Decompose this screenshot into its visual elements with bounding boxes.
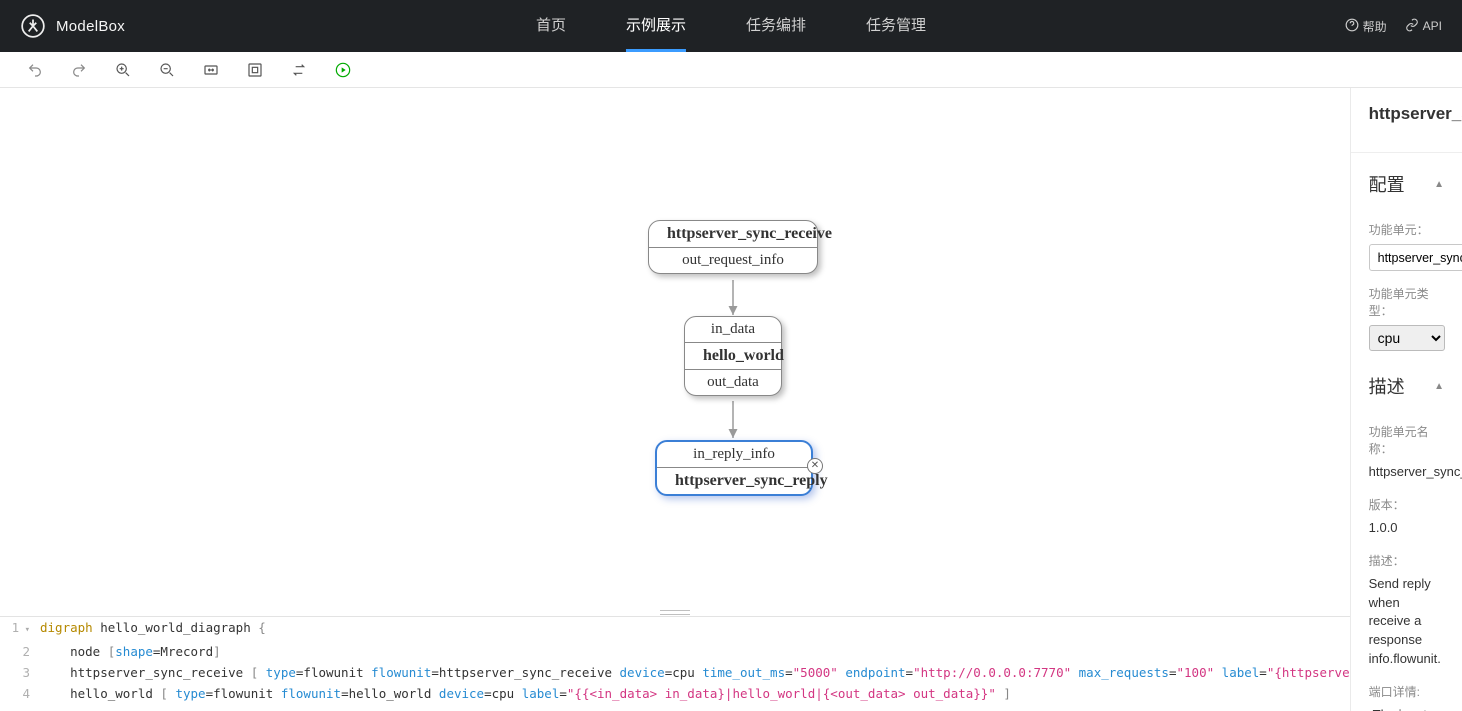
link-icon (1405, 18, 1419, 35)
section-desc-body: 功能单元名称： httpserver_sync_reply 版本： 1.0.0 … (1351, 403, 1462, 711)
code-line[interactable]: 3 httpserver_sync_receive [ type=flowuni… (0, 662, 1350, 683)
app-name: ModelBox (56, 18, 125, 35)
code-line[interactable]: 4 hello_world [ type=flowunit flowunit=h… (0, 683, 1350, 704)
main-area: httpserver_sync_receive out_request_info… (0, 88, 1462, 711)
nav-examples[interactable]: 示例展示 (626, 0, 686, 52)
api-label: API (1423, 19, 1442, 33)
graph-canvas[interactable]: httpserver_sync_receive out_request_info… (0, 88, 1350, 608)
left-column: httpserver_sync_receive out_request_info… (0, 88, 1350, 711)
nav-tasks[interactable]: 任务管理 (866, 0, 926, 52)
panel-title: httpserver_sync_reply (1351, 88, 1462, 142)
section-heading: 描述 (1369, 373, 1405, 399)
code-editor[interactable]: 1digraph hello_world_diagraph {2 node [s… (0, 616, 1350, 711)
chevron-up-icon[interactable]: ▲ (1434, 381, 1444, 392)
help-link[interactable]: 帮助 (1345, 18, 1387, 35)
run-icon[interactable] (333, 60, 353, 80)
node-httpserver-sync-reply[interactable]: in_reply_info httpserver_sync_reply ✕ (655, 440, 813, 496)
name-label: 功能单元名称： (1369, 423, 1444, 457)
api-link[interactable]: API (1405, 18, 1442, 35)
version-label: 版本： (1369, 496, 1444, 513)
redo-icon[interactable] (69, 60, 89, 80)
node-port-out: out_data (685, 369, 781, 395)
node-title: httpserver_sync_receive (649, 221, 817, 247)
section-heading: 配置 (1369, 171, 1405, 197)
ports-label: 端口详情: (1369, 683, 1444, 700)
node-title: hello_world (685, 342, 781, 369)
node-port-in: in_reply_info (657, 442, 811, 467)
top-actions: 帮助 API (1345, 18, 1442, 35)
type-select[interactable]: cpu (1369, 325, 1445, 351)
node-httpserver-sync-receive[interactable]: httpserver_sync_receive out_request_info (648, 220, 818, 274)
close-icon[interactable]: ✕ (807, 458, 823, 474)
undo-icon[interactable] (25, 60, 45, 80)
fit-screen-icon[interactable] (245, 60, 265, 80)
zoom-in-icon[interactable] (113, 60, 133, 80)
type-label: 功能单元类型： (1369, 285, 1444, 319)
swap-icon[interactable] (289, 60, 309, 80)
edges-layer (0, 88, 1350, 608)
help-label: 帮助 (1363, 18, 1387, 35)
chevron-up-icon[interactable]: ▲ (1434, 179, 1444, 190)
nav-home[interactable]: 首页 (536, 0, 566, 52)
node-hello-world[interactable]: in_data hello_world out_data (684, 316, 782, 396)
pane-resize-handle[interactable] (0, 608, 1350, 616)
nav-orchestration[interactable]: 任务编排 (746, 0, 806, 52)
unit-label: 功能单元： (1369, 221, 1444, 238)
topbar: ModelBox 首页 示例展示 任务编排 任务管理 帮助 API (0, 0, 1462, 52)
code-line[interactable]: 2 node [shape=Mrecord] (0, 641, 1350, 662)
main-nav: 首页 示例展示 任务编排 任务管理 (536, 0, 926, 52)
ports-note-1: The input port buffer contain the follow… (1369, 706, 1444, 711)
section-config-body: 功能单元： 功能单元类型： cpu (1351, 201, 1462, 355)
section-desc-header[interactable]: 描述 ▲ (1351, 355, 1462, 403)
toolbar (0, 52, 1462, 88)
logo-icon (20, 13, 46, 39)
name-value: httpserver_sync_reply (1369, 463, 1444, 482)
help-icon (1345, 18, 1359, 35)
desc-label: 描述： (1369, 552, 1444, 569)
properties-panel: httpserver_sync_reply 配置 ▲ 功能单元： 功能单元类型：… (1350, 88, 1462, 711)
code-line[interactable]: 1digraph hello_world_diagraph { (0, 617, 1350, 641)
node-port-in: in_data (685, 317, 781, 342)
logo: ModelBox (20, 13, 125, 39)
node-port: out_request_info (649, 247, 817, 273)
section-config-header[interactable]: 配置 ▲ (1351, 153, 1462, 201)
version-value: 1.0.0 (1369, 519, 1444, 538)
unit-input[interactable] (1369, 244, 1462, 271)
zoom-out-icon[interactable] (157, 60, 177, 80)
fit-width-icon[interactable] (201, 60, 221, 80)
desc-value: Send reply when receive a response info.… (1369, 575, 1444, 669)
node-title: httpserver_sync_reply (657, 467, 811, 494)
